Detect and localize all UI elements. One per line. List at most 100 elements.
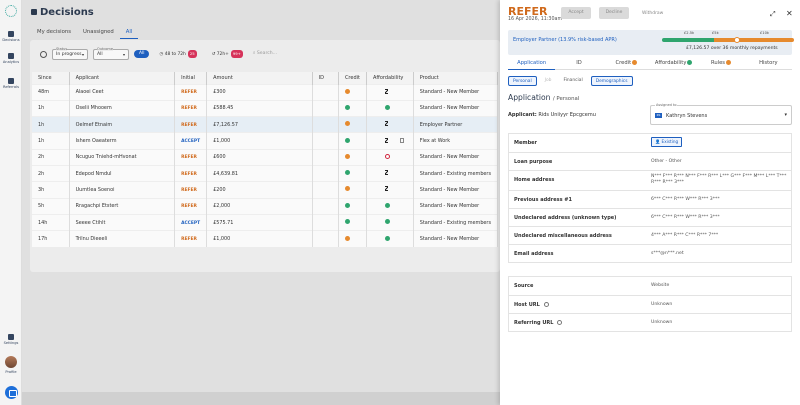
cell-product: Standard - New Member <box>413 99 499 117</box>
cell-affordability <box>366 213 414 231</box>
table-row[interactable]: 2h Edepod Nmdul REFER £4,639.81 Standard - E… <box>32 164 499 182</box>
cell-initial: REFER <box>174 181 208 199</box>
table-row[interactable]: 17h Trilnu Dieeeli REFER £1,000 Standard - N… <box>32 230 499 247</box>
cell-initial: REFER <box>174 148 208 166</box>
nav-analytics[interactable]: Analytics <box>0 53 22 64</box>
info-icon[interactable] <box>557 320 563 325</box>
outcome-select[interactable]: Outcome All ▾ <box>93 46 129 60</box>
cell-affordability <box>366 116 414 133</box>
decisions-card: Status In progress ▾ Outcome All ▾ All ◷… <box>30 40 500 272</box>
table-row[interactable]: 1h Oselii Mhooem REFER £588.45 Standard - Ne… <box>32 99 499 117</box>
search-input[interactable]: ⌕ Search... <box>253 49 303 59</box>
cell-credit <box>338 132 367 150</box>
status-select[interactable]: Status In progress ▾ <box>52 46 88 60</box>
gear-icon <box>8 334 14 340</box>
cell-amount: £2,000 <box>206 197 313 215</box>
col-product[interactable]: Product <box>413 72 499 84</box>
credit-status-icon <box>344 104 350 110</box>
table-row[interactable]: 1h Ishem Oaeaterm ACCEPT £1,000 Flex at Work <box>32 132 499 150</box>
avatar[interactable] <box>5 356 17 368</box>
field-value: 👤 Existing <box>651 137 789 147</box>
info-icon[interactable] <box>543 302 549 307</box>
cell-since: 3h <box>32 181 70 199</box>
table-row[interactable]: 3h Uumtlea Soenoi REFER £200 Standard - New … <box>32 181 499 199</box>
nav-referrals[interactable]: Referrals <box>0 78 22 89</box>
col-applicant[interactable]: Applicant <box>69 72 176 84</box>
left-rail: Decisions Analytics Referrals Settings P… <box>0 0 22 405</box>
col-amount[interactable]: Amount <box>206 72 313 84</box>
field-value: 6*** C*** R*** W*** R*** 3*** <box>651 215 720 220</box>
col-initial[interactable]: Initial <box>174 72 208 84</box>
hourglass-icon <box>384 137 388 143</box>
cell-affordability <box>366 230 414 247</box>
tab-id[interactable]: ID <box>555 59 603 70</box>
refresh-icon[interactable] <box>40 50 47 58</box>
chat-icon[interactable] <box>5 386 18 399</box>
cell-amount: £588.45 <box>206 99 313 117</box>
cell-applicant: Oselii Mhooem <box>69 99 176 117</box>
tab-application[interactable]: Application <box>508 59 556 70</box>
col-since[interactable]: Since <box>32 72 70 84</box>
field-row: Email address s***@n***.net <box>509 244 791 262</box>
nav-profile[interactable]: Profile <box>0 370 22 374</box>
app-logo[interactable] <box>5 5 17 17</box>
cell-affordability <box>366 148 414 166</box>
tab-history[interactable]: History <box>744 59 792 70</box>
subtab-job[interactable]: Job <box>541 76 556 86</box>
cell-applicant: Oelmef Etnaim <box>69 116 176 133</box>
table-row[interactable]: 48m Alaoei Ceet REFER £300 Standard - New Me… <box>32 83 499 101</box>
cell-id <box>312 181 339 199</box>
subtab-demographics[interactable]: Demographics <box>590 76 633 86</box>
tab-affordability[interactable]: Affordability <box>649 59 698 70</box>
table-row[interactable]: 2h Ncuguo Tniehd-mHvonat REFER £600 Standard… <box>32 148 499 166</box>
decision-tabs: My decisions Unassigned All <box>31 28 139 39</box>
initial-outcome: REFER <box>181 187 197 193</box>
chevron-down-icon: ▾ <box>122 51 125 57</box>
tick-label: £2.5k <box>684 31 695 35</box>
tab-all[interactable]: All <box>119 28 139 39</box>
nav-settings[interactable]: Settings <box>0 334 22 345</box>
tab-credit[interactable]: Credit <box>602 59 650 70</box>
col-affordability[interactable]: Affordability <box>366 72 414 84</box>
cell-product: Standard - New Member <box>413 197 499 215</box>
tab-my-decisions[interactable]: My decisions <box>31 28 77 39</box>
cell-amount: £575.71 <box>206 213 313 231</box>
table-row[interactable]: 5h Rragachpi Etstert REFER £2,000 Standard -… <box>32 197 499 215</box>
filter-72h-plus-pill[interactable]: ↺ 72h+ 99+ <box>207 50 248 58</box>
cell-product: Flex at Work <box>413 132 499 150</box>
expand-icon[interactable]: ⤢ <box>770 10 776 19</box>
nav-decisions[interactable]: Decisions <box>0 31 22 42</box>
document-icon[interactable] <box>399 137 404 143</box>
decline-button[interactable]: Decline <box>599 7 629 19</box>
tab-unassigned[interactable]: Unassigned <box>77 28 120 39</box>
col-credit[interactable]: Credit <box>338 72 367 84</box>
accept-button[interactable]: Accept <box>561 7 591 19</box>
tab-rules[interactable]: Rules <box>697 59 745 70</box>
filter-48-72h-pill[interactable]: ◷ 48 to 72h 25 <box>154 50 201 58</box>
cell-initial: ACCEPT <box>174 213 208 231</box>
cell-id <box>312 116 339 133</box>
hourglass-icon <box>384 186 388 192</box>
table-row[interactable]: 14h Seeee Ctihlt ACCEPT £575.71 Standard - E… <box>32 213 499 231</box>
blocked-icon <box>384 153 390 159</box>
assigned-to-select[interactable]: Assigned to KS Kathryn Stevens ▾ <box>650 103 792 125</box>
table-row[interactable]: 1h Oelmef Etnaim REFER £7,126.57 Employer Pa… <box>32 116 499 133</box>
field-value: Unknown <box>651 320 673 325</box>
cell-affordability <box>366 164 414 182</box>
cell-since: 48m <box>32 83 70 101</box>
cell-amount: £200 <box>206 181 313 199</box>
close-icon[interactable]: ✕ <box>786 9 793 18</box>
cell-product: Standard - Existing members <box>413 213 499 231</box>
field-label: Referring URL <box>514 320 563 326</box>
cell-since: 2h <box>32 148 70 166</box>
withdraw-button[interactable]: Withdraw <box>642 11 663 16</box>
decisions-icon <box>8 31 14 37</box>
subtab-financial[interactable]: Financial <box>559 76 586 86</box>
pricing-bar <box>662 38 794 42</box>
assignee-avatar: KS <box>655 113 662 118</box>
col-id[interactable]: ID <box>312 72 339 84</box>
cell-since: 1h <box>32 99 70 117</box>
chevron-down-icon: ▾ <box>81 51 84 57</box>
subtab-personal[interactable]: Personal <box>508 76 537 86</box>
filter-all-pill[interactable]: All <box>134 50 150 58</box>
